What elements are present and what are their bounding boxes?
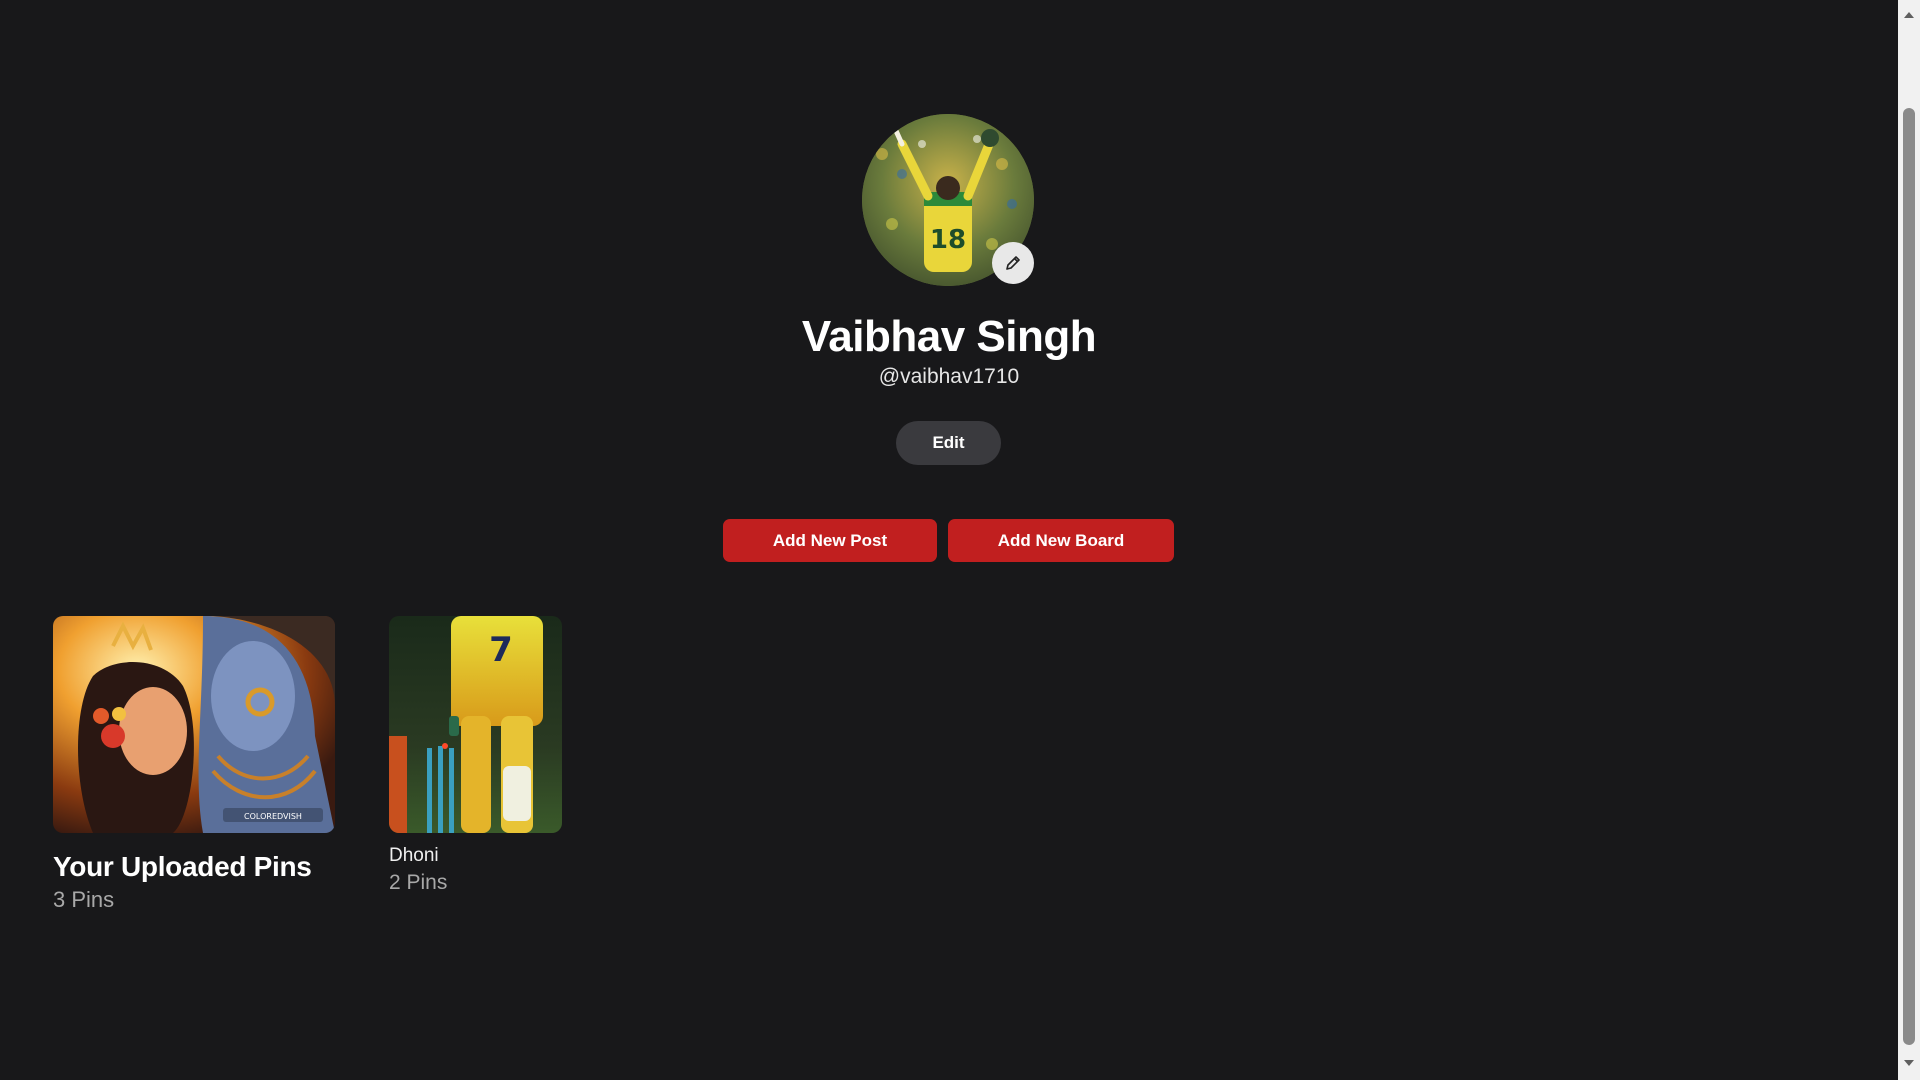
profile-avatar-container: 18	[862, 114, 1034, 286]
board-cover-image: COLOREDVISH	[53, 616, 335, 833]
main-content: 18 Vaibhav Singh @vaibhav1710 Edit Add N…	[0, 0, 1898, 1080]
add-new-board-button[interactable]: Add New Board	[948, 519, 1174, 562]
scroll-down-arrow-icon[interactable]	[1898, 1052, 1920, 1074]
add-new-post-button[interactable]: Add New Post	[723, 519, 937, 562]
board-title[interactable]: Dhoni	[389, 845, 562, 867]
board-pin-count: 2 Pins	[389, 871, 448, 894]
profile-page: 18 Vaibhav Singh @vaibhav1710 Edit Add N…	[0, 0, 1920, 1080]
board-card-uploaded-pins[interactable]: COLOREDVISH Your Uploaded Pins 3 Pins	[53, 616, 335, 913]
board-title[interactable]: Your Uploaded Pins	[53, 851, 335, 883]
profile-handle: @vaibhav1710	[878, 365, 1020, 388]
edit-avatar-button[interactable]	[992, 242, 1034, 284]
board-pin-count: 3 Pins	[53, 887, 115, 912]
svg-text:7: 7	[489, 630, 513, 670]
edit-profile-button[interactable]: Edit	[896, 421, 1001, 465]
board-thumbnail[interactable]: 7	[389, 616, 562, 833]
board-cover-image: 7	[389, 616, 562, 833]
board-thumbnail[interactable]: COLOREDVISH	[53, 616, 335, 833]
scrollbar-thumb[interactable]	[1903, 108, 1915, 1045]
pencil-icon	[1006, 256, 1020, 270]
vertical-scrollbar[interactable]	[1898, 0, 1920, 1080]
svg-text:18: 18	[930, 225, 966, 255]
profile-name: Vaibhav Singh	[801, 312, 1097, 361]
svg-text:COLOREDVISH: COLOREDVISH	[244, 812, 302, 821]
scroll-up-arrow-icon[interactable]	[1898, 4, 1920, 26]
board-card-dhoni[interactable]: 7 Dhoni 2 Pins	[389, 616, 562, 895]
